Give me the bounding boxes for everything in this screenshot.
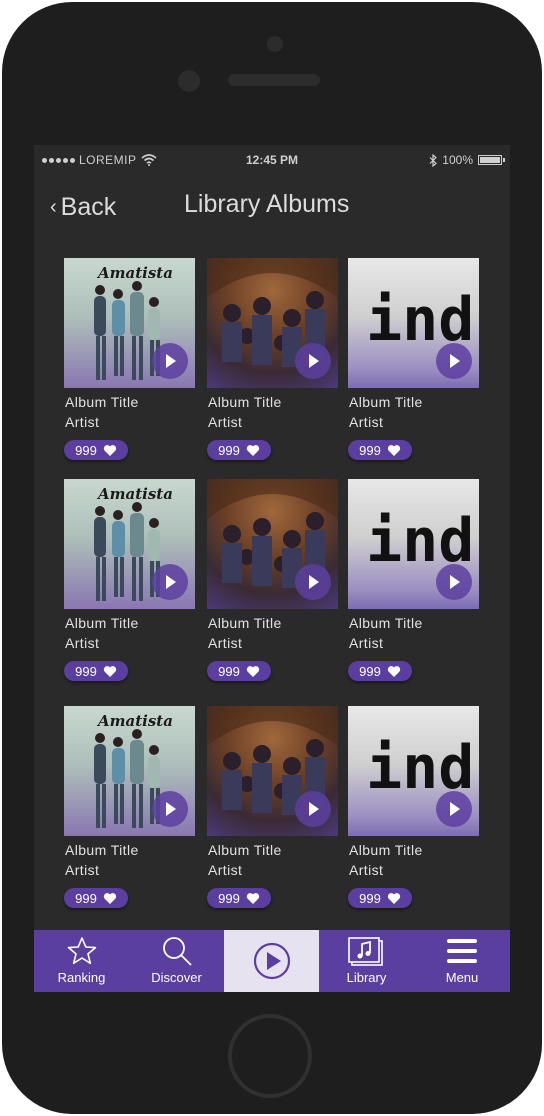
svg-text:Amatista: Amatista [96, 264, 173, 282]
back-button[interactable]: ‹ Back [50, 193, 116, 222]
album-title: Album Title [208, 615, 282, 631]
heart-icon [246, 665, 259, 677]
like-button[interactable]: 999 [348, 888, 412, 908]
album-title: Album Title [208, 842, 282, 858]
album-cover[interactable]: ind [348, 258, 479, 388]
album-cover[interactable] [207, 706, 338, 836]
bluetooth-icon [429, 153, 438, 167]
album-title: Album Title [65, 842, 139, 858]
heart-icon [387, 892, 400, 904]
navigation-bar: ‹ Back Library Albums [34, 185, 510, 235]
play-icon [253, 942, 290, 980]
like-count: 999 [75, 890, 97, 906]
tab-bar: Ranking Discover Library Menu [34, 930, 510, 992]
like-count: 999 [218, 890, 240, 906]
play-icon[interactable] [436, 791, 472, 827]
play-icon[interactable] [295, 791, 331, 827]
app-screen: LOREMIP 12:45 PM 100% ‹ Back Library Alb… [34, 145, 510, 992]
hamburger-menu-icon [447, 939, 477, 963]
page-title: Library Albums [184, 190, 350, 218]
play-icon[interactable] [152, 564, 188, 600]
battery-percentage: 100% [442, 153, 473, 167]
like-button[interactable]: 999 [64, 440, 128, 460]
album-artist: Artist [349, 635, 384, 651]
play-icon[interactable] [295, 343, 331, 379]
play-icon[interactable] [295, 564, 331, 600]
play-icon[interactable] [436, 343, 472, 379]
album-cover[interactable]: Amatista [64, 258, 195, 388]
search-icon [162, 937, 192, 966]
album-title: Album Title [65, 394, 139, 410]
album-cover[interactable]: Amatista [64, 706, 195, 836]
tab-label: Discover [151, 970, 202, 985]
like-button[interactable]: 999 [64, 661, 128, 681]
like-count: 999 [218, 442, 240, 458]
album-artist: Artist [349, 414, 384, 430]
album-artist: Artist [208, 862, 243, 878]
tab-label: Library [346, 970, 387, 985]
like-count: 999 [75, 663, 97, 679]
album-title: Album Title [65, 615, 139, 631]
chevron-left-icon: ‹ [50, 196, 57, 218]
tab-menu[interactable]: Menu [414, 930, 510, 992]
proximity-sensor [178, 70, 200, 92]
like-count: 999 [75, 442, 97, 458]
tab-library[interactable]: Library [319, 930, 414, 992]
tab-ranking[interactable]: Ranking [34, 930, 129, 992]
status-bar: LOREMIP 12:45 PM 100% [34, 145, 510, 175]
like-count: 999 [359, 442, 381, 458]
tab-label: Ranking [57, 970, 106, 985]
like-count: 999 [359, 890, 381, 906]
album-artist: Artist [349, 862, 384, 878]
star-icon [67, 937, 96, 965]
album-title: Album Title [349, 615, 423, 631]
album-artist: Artist [208, 635, 243, 651]
music-note-icon [347, 937, 383, 966]
tab-label: Menu [445, 970, 479, 985]
status-right: 100% [429, 153, 505, 167]
play-icon[interactable] [152, 343, 188, 379]
front-camera [267, 36, 283, 52]
album-title: Album Title [349, 394, 423, 410]
heart-icon [103, 665, 116, 677]
heart-icon [387, 665, 400, 677]
now-playing-button[interactable] [224, 930, 319, 992]
like-button[interactable]: 999 [348, 440, 412, 460]
heart-icon [103, 892, 116, 904]
back-label: Back [60, 193, 117, 221]
album-artist: Artist [65, 414, 100, 430]
album-artist: Artist [208, 414, 243, 430]
battery-icon [478, 155, 505, 165]
album-cover[interactable]: ind [348, 706, 479, 836]
like-button[interactable]: 999 [64, 888, 128, 908]
heart-icon [246, 444, 259, 456]
album-cover[interactable]: Amatista [64, 479, 195, 609]
heart-icon [103, 444, 116, 456]
svg-text:Amatista: Amatista [96, 485, 173, 503]
album-cover[interactable] [207, 258, 338, 388]
like-count: 999 [359, 663, 381, 679]
like-button[interactable]: 999 [207, 440, 271, 460]
album-artist: Artist [65, 862, 100, 878]
play-icon[interactable] [152, 791, 188, 827]
heart-icon [387, 444, 400, 456]
album-title: Album Title [208, 394, 282, 410]
album-cover[interactable] [207, 479, 338, 609]
play-icon[interactable] [436, 564, 472, 600]
tab-discover[interactable]: Discover [129, 930, 224, 992]
album-cover[interactable]: ind [348, 479, 479, 609]
album-title: Album Title [349, 842, 423, 858]
album-artist: Artist [65, 635, 100, 651]
svg-text:Amatista: Amatista [96, 712, 173, 730]
heart-icon [246, 892, 259, 904]
earpiece-speaker [228, 74, 320, 86]
like-button[interactable]: 999 [207, 888, 271, 908]
like-button[interactable]: 999 [207, 661, 271, 681]
home-button[interactable] [228, 1014, 312, 1098]
like-count: 999 [218, 663, 240, 679]
like-button[interactable]: 999 [348, 661, 412, 681]
